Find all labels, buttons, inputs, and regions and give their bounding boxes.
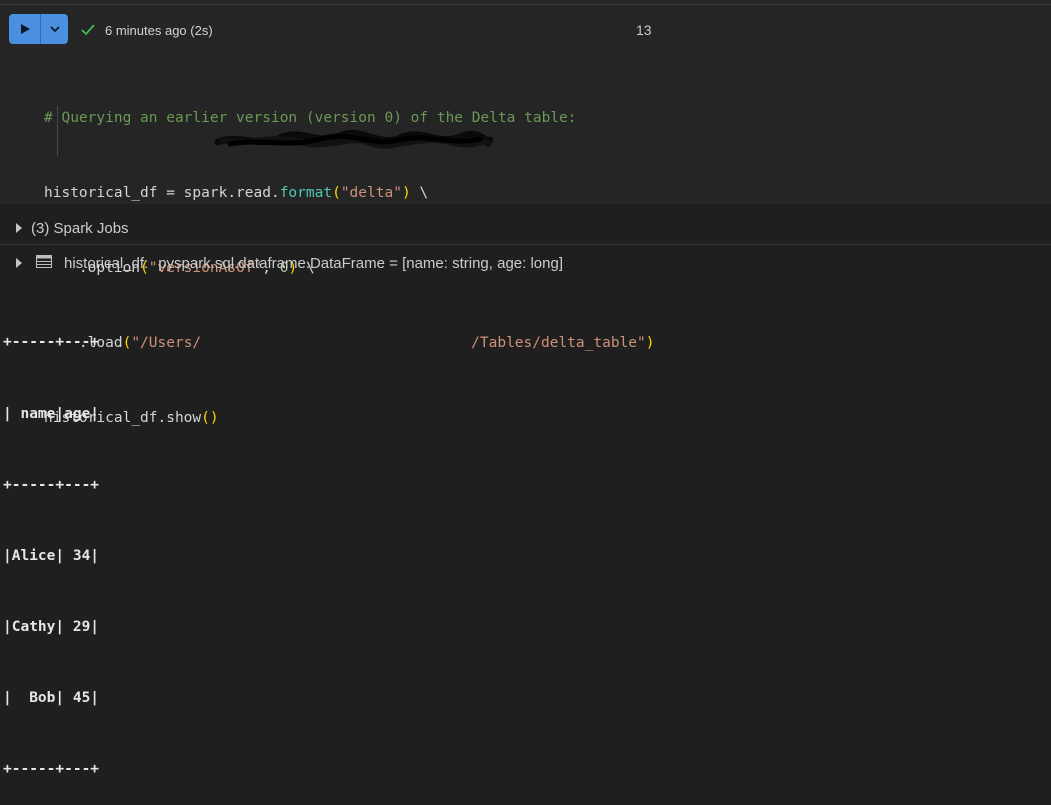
run-cell-button[interactable] [9,14,40,44]
code-token: ) [645,335,655,351]
caret-right-icon [16,223,22,233]
code-token: format [279,185,333,201]
output-line: +-----+---+ [3,761,100,778]
code-token: /Tables/delta_table" [471,335,646,351]
dataframe-type: pyspark.sql.dataframe.DataFrame = [name:… [158,254,563,272]
code-token: ( [332,185,341,201]
execution-count: 13 [636,22,652,38]
code-token: ( [122,335,132,351]
dataframe-schema-expander[interactable]: historical_df: pyspark.sql.dataframe.Dat… [0,248,1051,278]
redaction-scribble [214,129,494,149]
code-token: () [201,410,219,426]
status-text: 6 minutes ago (2s) [105,22,213,38]
spark-jobs-expander[interactable]: (3) Spark Jobs [0,212,1051,245]
notebook-cell: 6 minutes ago (2s) 13 # Querying an earl… [0,0,1051,426]
run-button-group[interactable] [9,14,68,44]
output-line: +-----+---+ [3,476,100,493]
checkmark-icon [81,24,95,36]
code-line-5: historical_df.show() [44,406,655,431]
run-options-dropdown[interactable] [41,14,68,44]
code-token: \ [410,185,429,201]
spark-jobs-label: (3) Spark Jobs [31,219,129,237]
output-line: | Bob| 45| [3,689,100,706]
dataframe-var: historical_df: [64,254,149,272]
code-token: historical_df = spark.read. [44,185,280,201]
caret-right-icon [16,258,22,268]
output-line: +-----+---+ [3,334,100,351]
code-token: "delta" [340,185,402,201]
code-token: ) [401,185,411,201]
output-line: |Cathy| 29| [3,618,100,635]
play-icon [20,24,30,34]
code-line-2: historical_df = spark.read.format("delta… [44,181,655,206]
chevron-down-icon [49,26,60,33]
code-comment: # Querying an earlier version (version 0… [44,110,577,126]
cell-top-border [0,4,1051,5]
table-icon [36,254,52,272]
code-line-4: .load("/Users//Tables/delta_table") [44,331,655,356]
code-token: "/Users/ [131,335,202,351]
output-line: | name|age| [3,405,100,422]
output-line: |Alice| 34| [3,547,100,564]
cell-output: +-----+---+ | name|age| +-----+---+ |Ali… [3,284,99,805]
execution-status: 6 minutes ago (2s) [80,20,213,40]
